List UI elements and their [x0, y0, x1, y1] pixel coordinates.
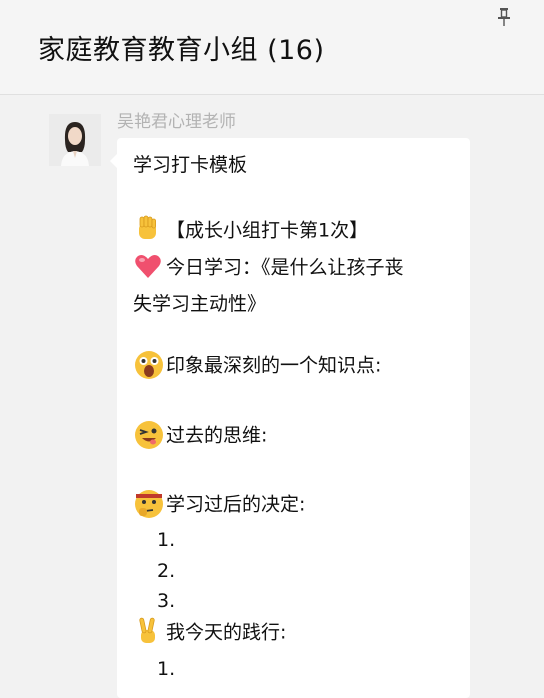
- punch-text: 【成长小组打卡第1次】: [166, 219, 369, 242]
- sender-name: 吴艳君心理老师: [117, 112, 236, 132]
- practice-text: 我今天的践行:: [166, 621, 287, 644]
- winking-tongue-face-icon: [133, 419, 163, 449]
- chat-header: 家庭教育教育小组 (16): [0, 0, 544, 95]
- avatar[interactable]: [49, 114, 101, 166]
- pin-icon[interactable]: [494, 6, 514, 28]
- bubble-tail: [110, 154, 117, 168]
- msg-heading: 学习打卡模板: [133, 154, 248, 176]
- msg-line-practice: 我今天的践行:: [133, 616, 287, 648]
- impress-text: 印象最深刻的一个知识点:: [166, 354, 382, 377]
- practice-item-1: 1.: [157, 658, 176, 680]
- heart-icon: [133, 251, 163, 281]
- chat-area[interactable]: 吴艳君心理老师 学习打卡模板 【成长小组打卡第1次】 今日学习：《是什么让孩子丧…: [0, 95, 544, 698]
- past-text: 过去的思维:: [166, 424, 268, 447]
- msg-line-past: 过去的思维:: [133, 421, 267, 451]
- thinking-face-icon: [133, 488, 163, 518]
- msg-line-today: 今日学习：《是什么让孩子丧: [133, 253, 404, 283]
- decide-item-3: 3.: [157, 590, 176, 612]
- msg-line-impress: 印象最深刻的一个知识点:: [133, 351, 381, 381]
- decide-item-1: 1.: [157, 529, 176, 551]
- msg-line-decide: 学习过后的决定:: [133, 490, 305, 520]
- decide-text: 学习过后的决定:: [166, 493, 306, 516]
- decide-item-2: 2.: [157, 560, 176, 582]
- raised-fist-icon: [133, 214, 163, 244]
- today-text-1: 今日学习：《是什么让孩子丧: [166, 256, 404, 279]
- group-title: 家庭教育教育小组 (16): [38, 35, 325, 66]
- victory-hand-icon: [133, 616, 163, 646]
- astonished-face-icon: [133, 349, 163, 379]
- today-text-2: 失学习主动性》: [133, 293, 267, 315]
- msg-line-punch: 【成长小组打卡第1次】: [133, 214, 369, 246]
- message-bubble[interactable]: 学习打卡模板 【成长小组打卡第1次】 今日学习：《是什么让孩子丧 失学习主动性》…: [110, 138, 470, 698]
